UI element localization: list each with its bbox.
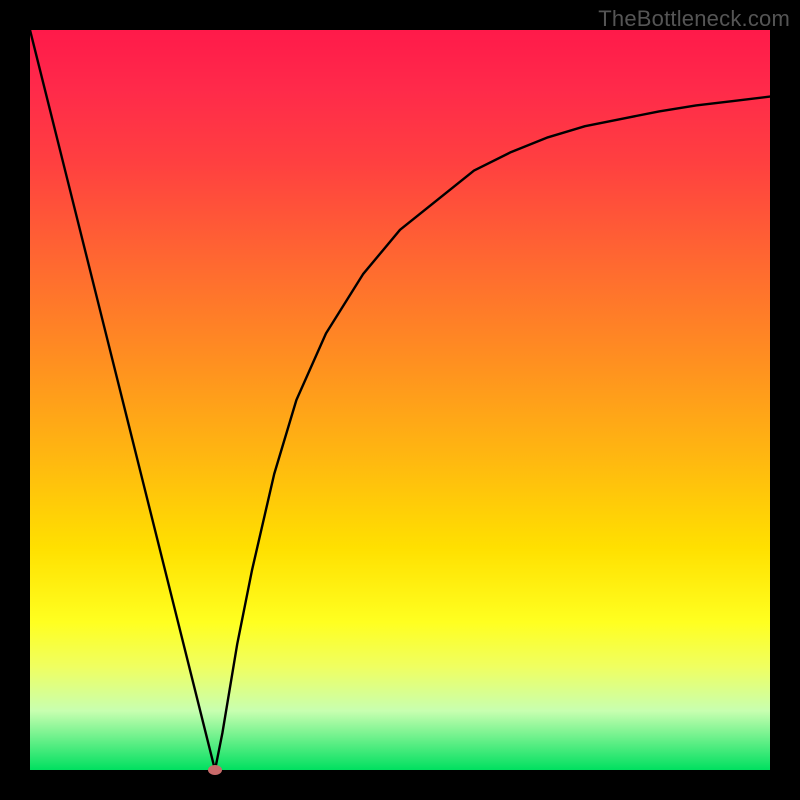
- bottleneck-curve: [30, 30, 770, 770]
- chart-container: TheBottleneck.com: [0, 0, 800, 800]
- plot-area: [30, 30, 770, 770]
- vertex-marker: [208, 765, 222, 775]
- curve-svg: [30, 30, 770, 770]
- watermark-text: TheBottleneck.com: [598, 6, 790, 32]
